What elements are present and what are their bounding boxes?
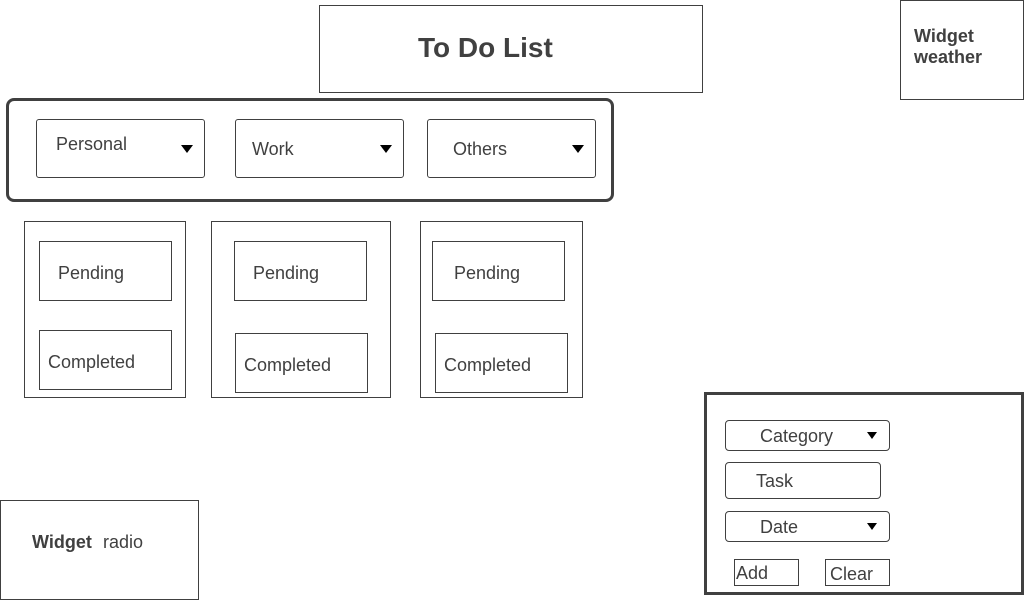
clear-button-label: Clear — [830, 564, 874, 584]
add-button[interactable]: Add — [734, 559, 799, 586]
weather-widget-label: weather — [914, 47, 983, 67]
caret-down-icon — [181, 145, 193, 153]
pending-label: Pending — [454, 263, 521, 283]
weather-widget[interactable]: Widget weather — [900, 0, 1024, 100]
caret-down-icon — [380, 145, 392, 153]
work-pending-section[interactable]: Pending — [234, 241, 367, 301]
task-input[interactable]: Task — [725, 462, 881, 499]
personal-completed-section[interactable]: Completed — [39, 330, 172, 390]
category-select-label: Category — [760, 426, 834, 446]
radio-widget-label: radio — [103, 532, 144, 552]
work-dropdown-label: Work — [252, 139, 294, 159]
work-dropdown[interactable]: Work — [235, 119, 404, 178]
personal-pending-section[interactable]: Pending — [39, 241, 172, 301]
page-title: To Do List — [418, 32, 553, 63]
completed-label: Completed — [48, 352, 136, 372]
caret-down-icon — [867, 432, 877, 439]
pending-label: Pending — [58, 263, 125, 283]
others-dropdown-label: Others — [453, 139, 508, 159]
weather-widget-title: Widget — [914, 26, 974, 46]
radio-widget-title: Widget — [32, 532, 92, 552]
completed-label: Completed — [244, 355, 332, 375]
others-pending-section[interactable]: Pending — [432, 241, 565, 301]
personal-dropdown[interactable]: Personal — [36, 119, 205, 178]
add-button-label: Add — [736, 563, 769, 583]
caret-down-icon — [867, 523, 877, 530]
clear-button[interactable]: Clear — [825, 559, 890, 586]
completed-label: Completed — [444, 355, 532, 375]
radio-widget[interactable]: Widget radio — [0, 500, 199, 600]
personal-dropdown-label: Personal — [56, 134, 128, 154]
work-completed-section[interactable]: Completed — [235, 333, 368, 393]
date-select[interactable]: Date — [725, 511, 890, 542]
title-box: To Do List — [319, 5, 703, 93]
others-completed-section[interactable]: Completed — [435, 333, 568, 393]
category-select[interactable]: Category — [725, 420, 890, 451]
others-dropdown[interactable]: Others — [427, 119, 596, 178]
pending-label: Pending — [253, 263, 320, 283]
task-input-label: Task — [756, 471, 794, 491]
date-select-label: Date — [760, 517, 799, 537]
caret-down-icon — [572, 145, 584, 153]
